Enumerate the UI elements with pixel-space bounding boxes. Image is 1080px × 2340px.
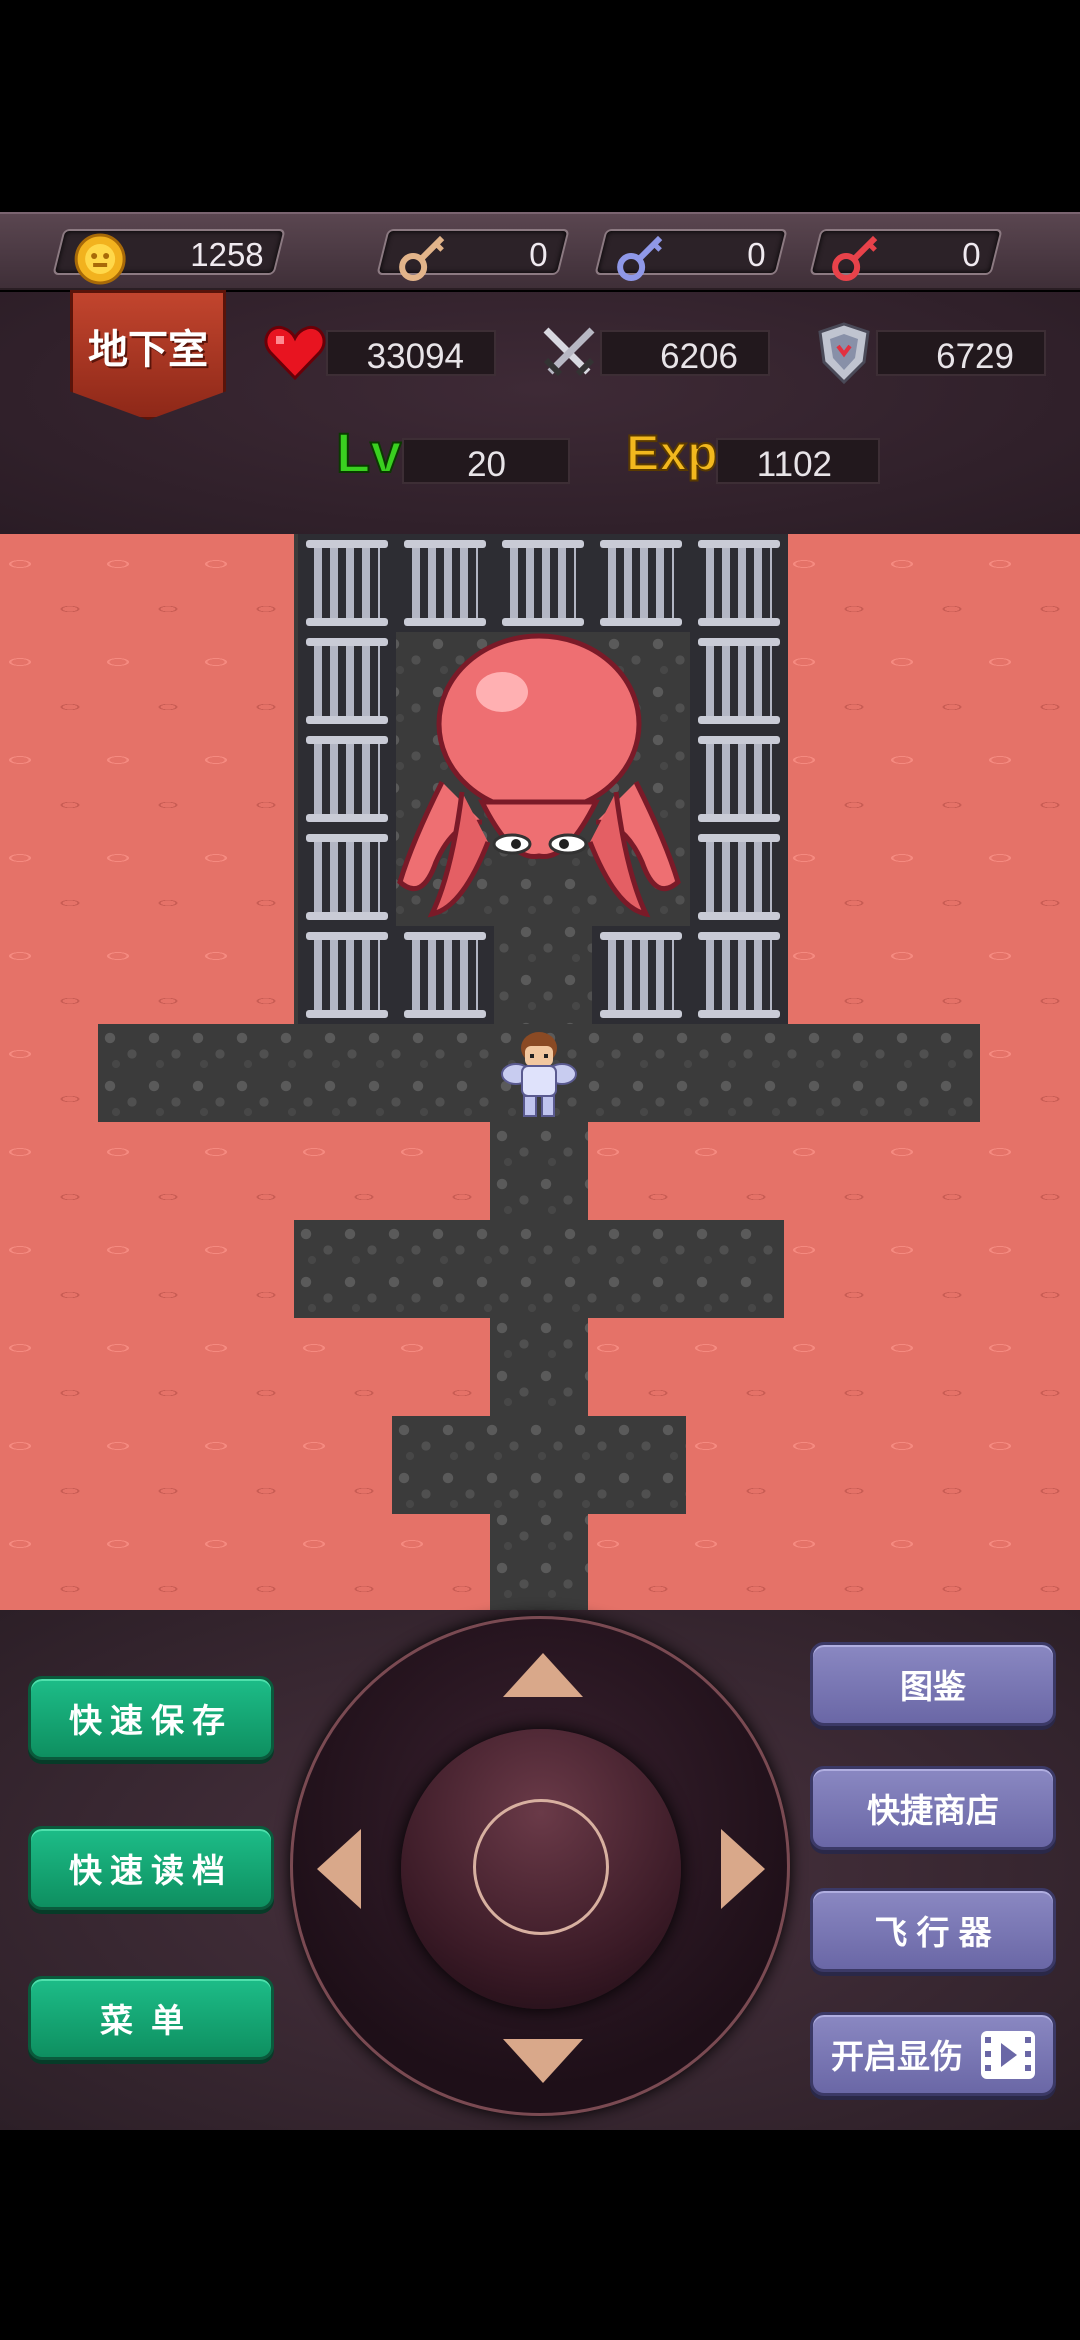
iron-gate (298, 926, 396, 1024)
level-value: 20 (467, 445, 506, 484)
red-key-icon (829, 229, 885, 290)
status-panel: 地下室 33094 6206 6729 Lv 20 Exp 1102 (0, 290, 1080, 534)
red-key-counter: 0 (809, 229, 1003, 281)
yellow-key-counter: 0 (376, 229, 570, 281)
quick-load-button[interactable]: 快速读档 (28, 1826, 274, 1910)
iron-gate (396, 534, 494, 632)
exp-stat: 1102 (716, 438, 880, 484)
octopus-boss[interactable] (392, 632, 686, 926)
exp-label: Exp (625, 424, 719, 482)
iron-gate (298, 730, 396, 828)
iron-gate (494, 534, 592, 632)
iron-gate (690, 534, 788, 632)
iron-gate (396, 926, 494, 1024)
dpad-center-ring (473, 1799, 609, 1935)
game-map (0, 534, 1080, 1610)
menu-button[interactable]: 菜单 (28, 1976, 274, 2060)
iron-gate (298, 534, 396, 632)
shield-icon (816, 320, 872, 391)
hp-stat: 33094 (326, 330, 496, 376)
attack-value: 6206 (660, 337, 738, 376)
iron-gate (592, 926, 690, 1024)
red-key-value: 0 (961, 236, 981, 273)
floor-tiles (294, 1220, 784, 1318)
heart-icon (264, 322, 326, 387)
arrow-left-icon[interactable] (317, 1829, 361, 1909)
iron-gate (690, 632, 788, 730)
level-label: Lv (335, 420, 402, 485)
iron-gate (690, 828, 788, 926)
iron-gate (298, 828, 396, 926)
gold-value: 1258 (189, 236, 264, 273)
iron-gate (690, 926, 788, 1024)
arrow-down-icon[interactable] (503, 2039, 583, 2083)
yellow-key-icon (396, 229, 452, 290)
blue-key-icon (614, 229, 670, 290)
hero-character[interactable] (490, 1024, 588, 1122)
swords-icon (538, 322, 600, 389)
floor-name: 地下室 (88, 328, 208, 372)
level-stat: 20 (402, 438, 570, 484)
gold-coin-icon (72, 229, 128, 290)
video-icon (979, 2029, 1037, 2089)
defense-stat: 6729 (876, 330, 1046, 376)
exp-value: 1102 (756, 445, 832, 484)
defense-value: 6729 (936, 337, 1014, 376)
iron-gate (298, 632, 396, 730)
direction-pad[interactable] (290, 1616, 790, 2116)
iron-gate (592, 534, 690, 632)
floor-tiles (392, 1416, 686, 1514)
floor-tiles (490, 1122, 588, 1610)
iron-gate (690, 730, 788, 828)
dpad-center[interactable] (401, 1729, 681, 2009)
damage-display-button[interactable]: 开启显伤 (810, 2012, 1056, 2096)
blue-key-counter: 0 (594, 229, 788, 281)
arrow-right-icon[interactable] (721, 1829, 765, 1909)
quick-save-button[interactable]: 快速保存 (28, 1676, 274, 1760)
floor-banner: 地下室 (70, 290, 226, 420)
blue-key-value: 0 (746, 236, 766, 273)
arrow-up-icon[interactable] (503, 1653, 583, 1697)
gold-counter: 1258 (52, 229, 286, 285)
quick-shop-button[interactable]: 快捷商店 (810, 1766, 1056, 1850)
attack-stat: 6206 (600, 330, 770, 376)
flyer-button[interactable]: 飞 行 器 (810, 1888, 1056, 1972)
monster-book-button[interactable]: 图鉴 (810, 1642, 1056, 1726)
resource-bar: 1258 0 0 0 (0, 212, 1080, 290)
damage-display-label: 开启显伤 (831, 2038, 963, 2075)
hp-value: 33094 (366, 337, 464, 376)
yellow-key-value: 0 (528, 236, 548, 273)
